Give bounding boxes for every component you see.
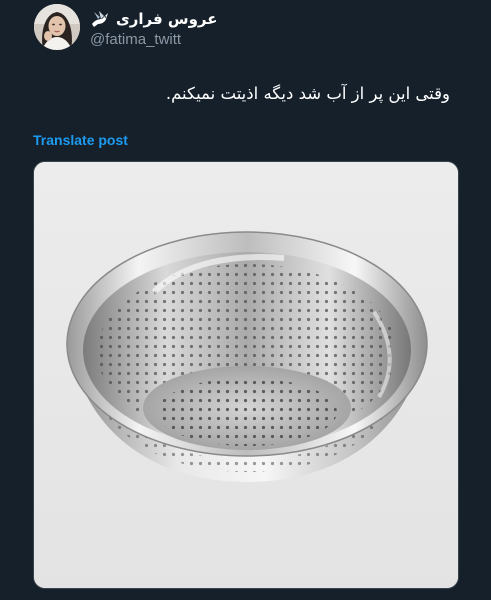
tweet-card: عروس فراری @fatima_twitt وقتی این پر از … xyxy=(0,0,491,600)
author-handle[interactable]: @fatima_twitt xyxy=(90,31,181,48)
translate-post-link[interactable]: Translate post xyxy=(33,132,128,148)
avatar[interactable] xyxy=(34,4,80,50)
avatar-photo-icon xyxy=(34,4,80,50)
colander-image-icon xyxy=(34,162,458,588)
dove-icon xyxy=(90,10,110,28)
author-display-name[interactable]: عروس فراری xyxy=(116,10,218,28)
author-name-row[interactable]: عروس فراری xyxy=(90,8,218,30)
post-text: وقتی این پر از آب شد دیگه اذیتت نمیکنم. xyxy=(165,84,450,103)
post-media-image[interactable] xyxy=(33,161,459,589)
